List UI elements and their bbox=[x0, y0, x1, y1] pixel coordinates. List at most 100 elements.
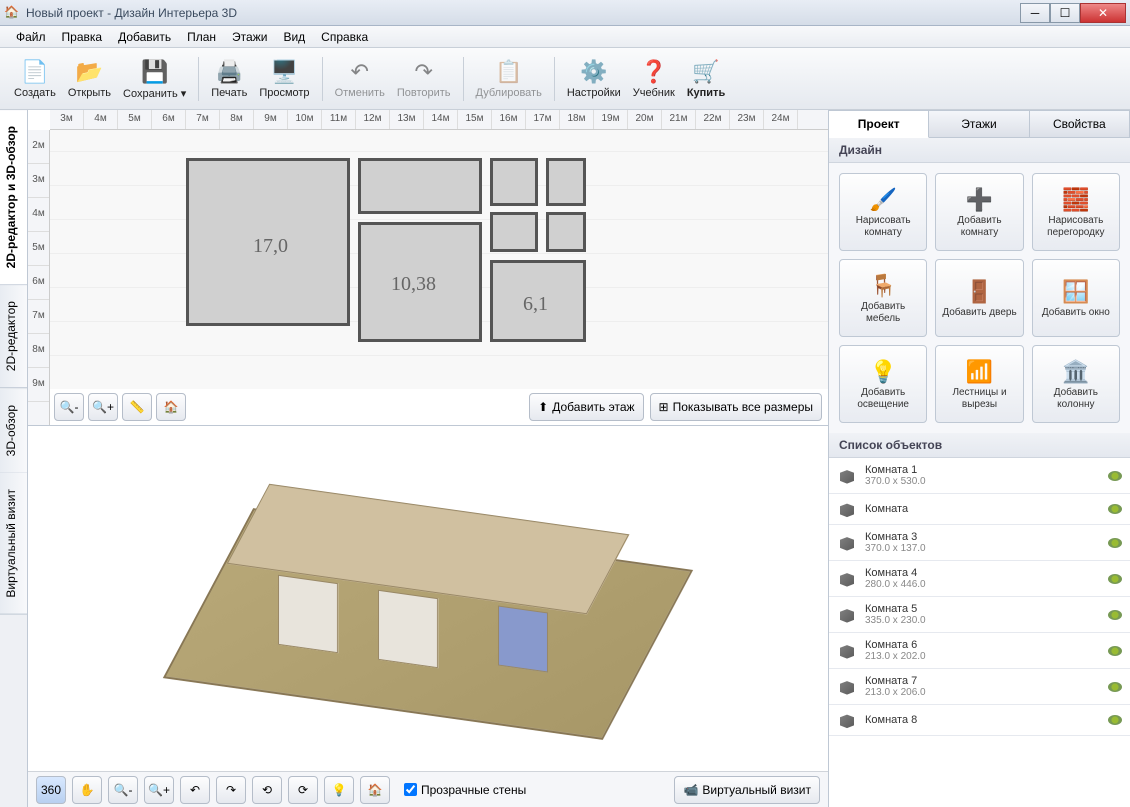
toolbar-button[interactable]: ❓Учебник bbox=[627, 51, 681, 107]
object-list[interactable]: Комната 1370.0 x 530.0КомнатаКомната 337… bbox=[829, 458, 1130, 807]
toolbar-button[interactable]: ↶Отменить bbox=[329, 51, 391, 107]
design-tool-button[interactable]: 🖌️Нарисовать комнату bbox=[839, 173, 927, 251]
design-tool-button[interactable]: ➕Добавить комнату bbox=[935, 173, 1023, 251]
object-row[interactable]: Комната 1370.0 x 530.0 bbox=[829, 458, 1130, 494]
room-shape[interactable] bbox=[490, 212, 538, 252]
home-button[interactable]: 🏠 bbox=[156, 393, 186, 421]
floorplan[interactable]: 17,010,386,1 bbox=[170, 150, 600, 354]
design-tool-button[interactable]: 🪟Добавить окно bbox=[1032, 259, 1120, 337]
object-row[interactable]: Комната 6213.0 x 202.0 bbox=[829, 633, 1130, 669]
toolbar-icon: 💾 bbox=[141, 58, 169, 86]
toolbar-button[interactable]: 🖥️Просмотр bbox=[253, 51, 315, 107]
tool3d-button[interactable]: 🏠 bbox=[360, 776, 390, 804]
menu-item[interactable]: Файл bbox=[8, 28, 54, 46]
ruler-tick: 4м bbox=[84, 110, 118, 129]
zoom-in-button[interactable]: 🔍+ bbox=[88, 393, 118, 421]
menu-item[interactable]: Справка bbox=[313, 28, 376, 46]
transparent-walls-checkbox[interactable]: Прозрачные стены bbox=[404, 783, 526, 797]
tool3d-button[interactable]: 🔍+ bbox=[144, 776, 174, 804]
tool3d-button[interactable]: ↷ bbox=[216, 776, 246, 804]
design-tool-button[interactable]: 🚪Добавить дверь bbox=[935, 259, 1023, 337]
tool3d-button[interactable]: 💡 bbox=[324, 776, 354, 804]
design-tool-button[interactable]: 🪑Добавить мебель bbox=[839, 259, 927, 337]
tool3d-button[interactable]: ⟲ bbox=[252, 776, 282, 804]
room-shape[interactable] bbox=[546, 212, 586, 252]
toolbar-button[interactable]: ⚙️Настройки bbox=[561, 51, 627, 107]
right-tab[interactable]: Проект bbox=[829, 110, 929, 138]
close-button[interactable]: ✕ bbox=[1080, 3, 1126, 23]
object-row[interactable]: Комната 7213.0 x 206.0 bbox=[829, 669, 1130, 705]
side-tab[interactable]: 3D-обзор bbox=[0, 389, 27, 473]
right-tab[interactable]: Этажи bbox=[929, 110, 1029, 138]
menu-item[interactable]: Вид bbox=[275, 28, 313, 46]
toolbar-button[interactable]: 📄Создать bbox=[8, 51, 62, 107]
toolbar-button[interactable]: ↷Повторить bbox=[391, 51, 457, 107]
tool3d-button[interactable]: ⟳ bbox=[288, 776, 318, 804]
room-shape[interactable] bbox=[546, 158, 586, 206]
visibility-icon[interactable] bbox=[1108, 610, 1122, 620]
room-shape[interactable]: 6,1 bbox=[490, 260, 586, 342]
toolbar-label: Сохранить ▾ bbox=[123, 87, 186, 100]
right-tab[interactable]: Свойства bbox=[1030, 110, 1130, 138]
design-tool-button[interactable]: 🧱Нарисовать перегородку bbox=[1032, 173, 1120, 251]
visibility-icon[interactable] bbox=[1108, 715, 1122, 725]
design-tool-button[interactable]: 🏛️Добавить колонну bbox=[1032, 345, 1120, 423]
tool3d-button[interactable]: ✋ bbox=[72, 776, 102, 804]
toolbar-button[interactable]: 📂Открыть bbox=[62, 51, 117, 107]
view-3d[interactable]: 360✋🔍-🔍+↶↷⟲⟳💡🏠 Прозрачные стены 📹Виртуаль… bbox=[28, 426, 828, 807]
ruler-tick: 15м bbox=[458, 110, 492, 129]
side-tab[interactable]: 2D-редактор bbox=[0, 285, 27, 388]
object-dimensions: 370.0 x 530.0 bbox=[865, 476, 1100, 487]
visibility-icon[interactable] bbox=[1108, 471, 1122, 481]
ruler-tick: 6м bbox=[152, 110, 186, 129]
design-icon: 🏛️ bbox=[1062, 357, 1089, 387]
minimize-button[interactable]: ─ bbox=[1020, 3, 1050, 23]
title-text: Новый проект - Дизайн Интерьера 3D bbox=[26, 6, 1020, 20]
ruler-tick: 9м bbox=[28, 368, 49, 402]
room-shape[interactable]: 17,0 bbox=[186, 158, 350, 326]
scene-3d[interactable] bbox=[28, 426, 828, 771]
ruler-horizontal: 3м4м5м6м7м8м9м10м11м12м13м14м15м16м17м18… bbox=[50, 110, 828, 130]
visibility-icon[interactable] bbox=[1108, 682, 1122, 692]
virtual-visit-button[interactable]: 📹Виртуальный визит bbox=[674, 776, 820, 804]
visibility-icon[interactable] bbox=[1108, 538, 1122, 548]
menu-item[interactable]: План bbox=[179, 28, 224, 46]
design-tool-button[interactable]: 💡Добавить освещение bbox=[839, 345, 927, 423]
cube-icon bbox=[837, 678, 857, 696]
ruler-tick: 8м bbox=[28, 334, 49, 368]
tool3d-button[interactable]: ↶ bbox=[180, 776, 210, 804]
menu-item[interactable]: Правка bbox=[54, 28, 111, 46]
toolbar-button[interactable]: 💾Сохранить ▾ bbox=[117, 51, 192, 107]
design-tool-button[interactable]: 📶Лестницы и вырезы bbox=[935, 345, 1023, 423]
view-2d[interactable]: 3м4м5м6м7м8м9м10м11м12м13м14м15м16м17м18… bbox=[28, 110, 828, 426]
measure-button[interactable]: 📏 bbox=[122, 393, 152, 421]
object-row[interactable]: Комната bbox=[829, 494, 1130, 525]
design-icon: 🪟 bbox=[1062, 277, 1089, 307]
maximize-button[interactable]: ☐ bbox=[1050, 3, 1080, 23]
menu-item[interactable]: Этажи bbox=[224, 28, 275, 46]
add-floor-button[interactable]: ⬆Добавить этаж bbox=[529, 393, 643, 421]
zoom-out-button[interactable]: 🔍- bbox=[54, 393, 84, 421]
canvas-2d[interactable]: 17,010,386,1 bbox=[50, 130, 828, 389]
visibility-icon[interactable] bbox=[1108, 646, 1122, 656]
tool3d-button[interactable]: 🔍- bbox=[108, 776, 138, 804]
side-tab[interactable]: Виртуальный визит bbox=[0, 473, 27, 615]
show-dimensions-button[interactable]: ⊞Показывать все размеры bbox=[650, 393, 822, 421]
room-shape[interactable] bbox=[358, 158, 482, 214]
design-label: Нарисовать перегородку bbox=[1037, 215, 1115, 239]
room-shape[interactable] bbox=[490, 158, 538, 206]
room-shape[interactable]: 10,38 bbox=[358, 222, 482, 342]
toolbar-button[interactable]: 🛒Купить bbox=[681, 51, 731, 107]
toolbar-button[interactable]: 📋Дублировать bbox=[470, 51, 548, 107]
tool3d-button[interactable]: 360 bbox=[36, 776, 66, 804]
object-row[interactable]: Комната 5335.0 x 230.0 bbox=[829, 597, 1130, 633]
visibility-icon[interactable] bbox=[1108, 504, 1122, 514]
side-tab[interactable]: 2D-редактор и 3D-обзор bbox=[0, 110, 27, 285]
menu-item[interactable]: Добавить bbox=[110, 28, 179, 46]
object-row[interactable]: Комната 4280.0 x 446.0 bbox=[829, 561, 1130, 597]
object-row[interactable]: Комната 8 bbox=[829, 705, 1130, 736]
ruler-vertical: 2м3м4м5м6м7м8м9м bbox=[28, 130, 50, 425]
visibility-icon[interactable] bbox=[1108, 574, 1122, 584]
object-row[interactable]: Комната 3370.0 x 137.0 bbox=[829, 525, 1130, 561]
toolbar-button[interactable]: 🖨️Печать bbox=[205, 51, 253, 107]
